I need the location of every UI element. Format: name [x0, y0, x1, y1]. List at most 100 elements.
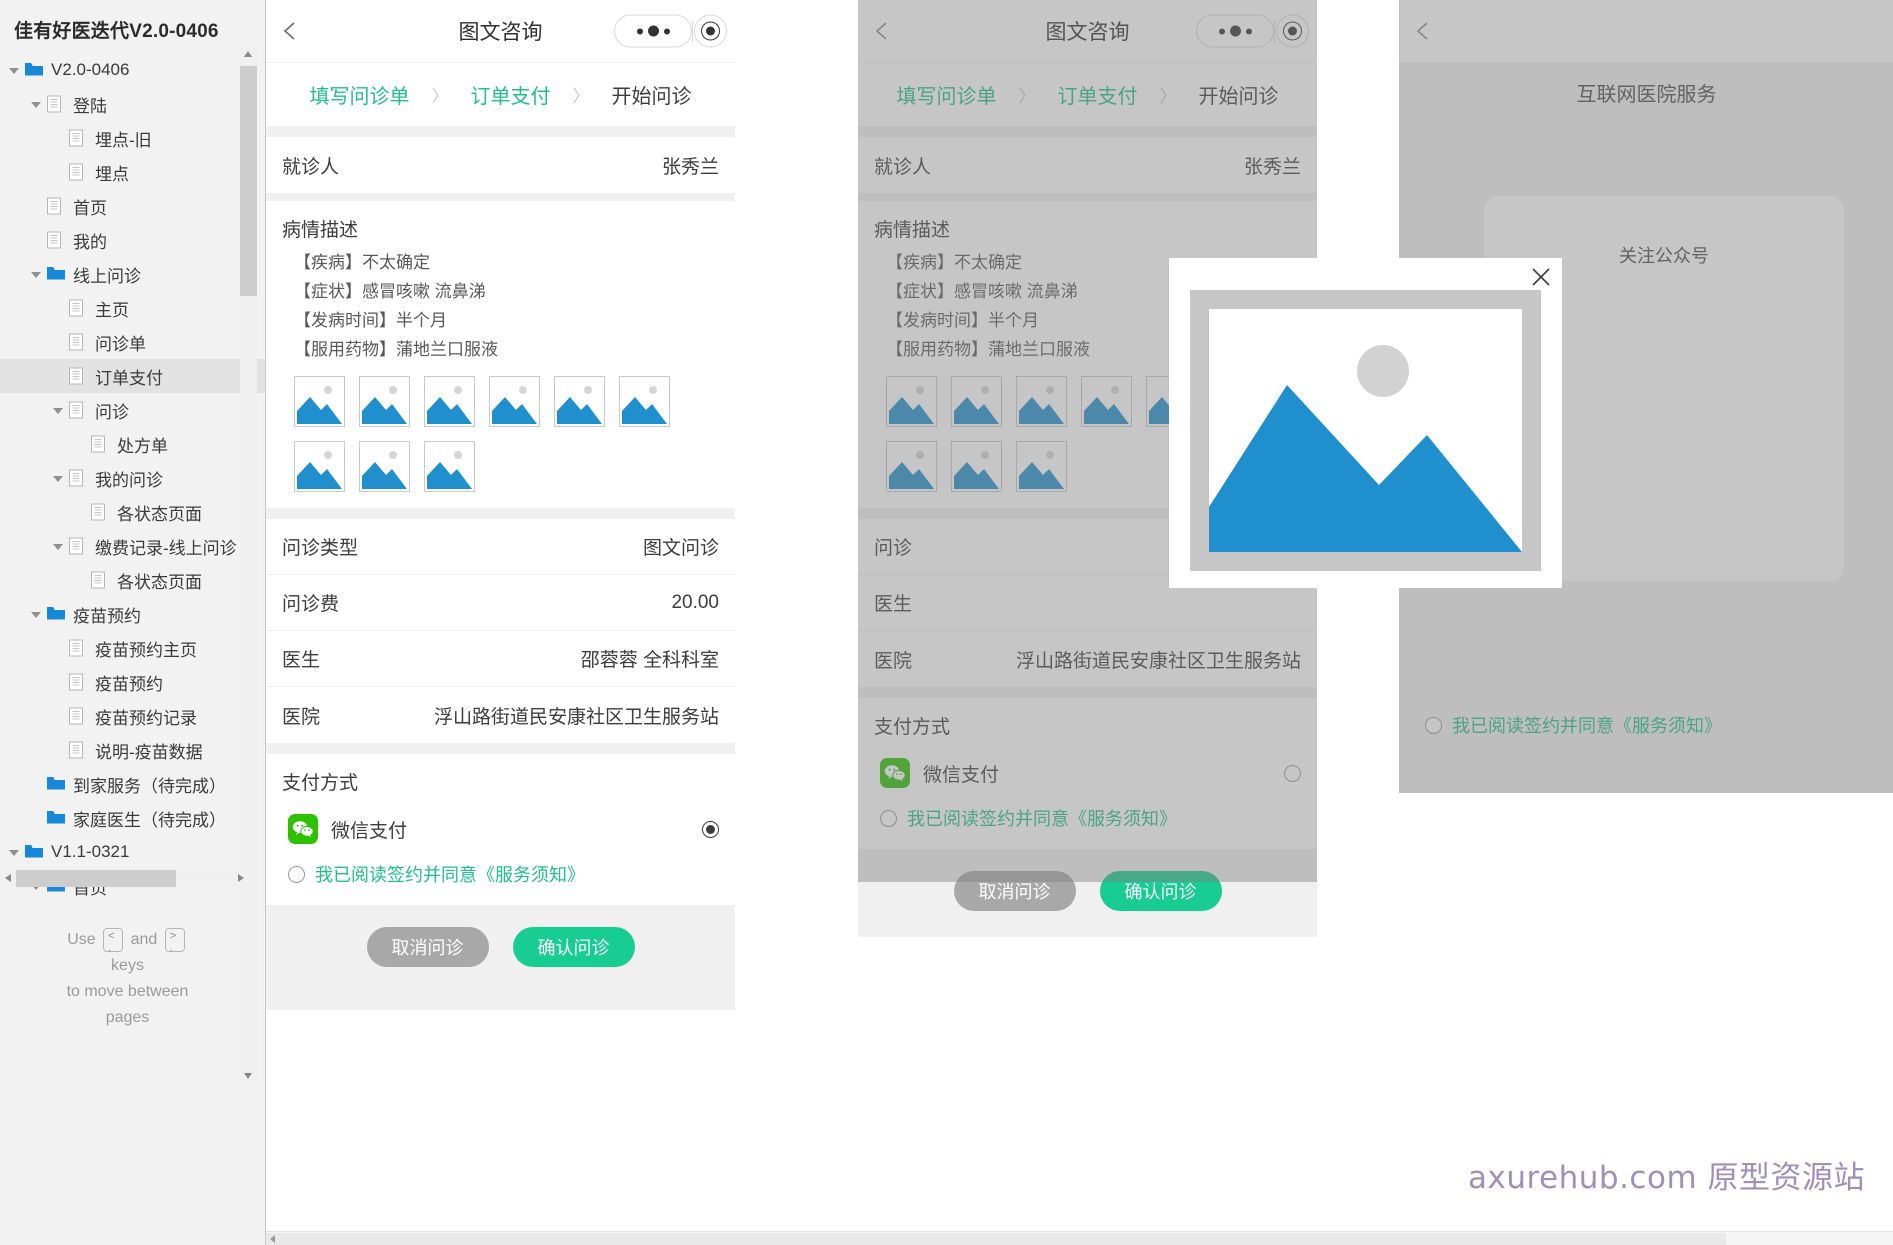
wechat-pay-method-a[interactable]: 微信支付: [288, 814, 407, 844]
tree-item-22[interactable]: 家庭医生（待完成）: [0, 801, 265, 835]
chevron-down-icon[interactable]: [6, 844, 22, 860]
condition-images-a[interactable]: [266, 370, 696, 508]
tree-item-4[interactable]: 首页: [0, 189, 265, 223]
step-1[interactable]: 填写问诊单: [897, 80, 997, 109]
tree-item-1[interactable]: 登陆: [0, 87, 265, 121]
step-2[interactable]: 订单支付: [471, 80, 551, 109]
tree-item-6[interactable]: 线上问诊: [0, 257, 265, 291]
condition-image-thumbnail[interactable]: [424, 441, 475, 492]
close-capsule-button-b[interactable]: [1276, 14, 1309, 48]
tree-item-12[interactable]: 我的问诊: [0, 461, 265, 495]
tree-item-3[interactable]: 埋点: [0, 155, 265, 189]
tree-item-14[interactable]: 缴费记录-线上问诊: [0, 529, 265, 563]
cancel-consultation-button-b[interactable]: 取消问诊: [953, 871, 1076, 911]
canvas-horizontal-scrollbar[interactable]: [266, 1231, 1893, 1245]
step-3[interactable]: 开始问诊: [1199, 80, 1279, 109]
agreement-row-a[interactable]: 我已阅读签约并同意《服务须知》: [266, 857, 735, 905]
pages-sidebar[interactable]: 佳有好医迭代V2.0-0406 V2.0-0406 登陆 埋点-旧 埋点 首页 我的 线上问…: [0, 0, 266, 1245]
condition-image-thumbnail[interactable]: [424, 376, 475, 427]
tree-item-9[interactable]: 订单支付: [0, 359, 265, 393]
wechat-pay-method-b[interactable]: 微信支付: [880, 758, 999, 788]
condition-image-thumbnail[interactable]: [294, 441, 345, 492]
cancel-consultation-button-a[interactable]: 取消问诊: [366, 927, 489, 967]
scroll-down-arrow-icon[interactable]: [240, 1068, 257, 1085]
sidebar-scroll-thumb[interactable]: [240, 66, 257, 296]
chevron-down-icon[interactable]: [50, 538, 66, 554]
condition-image-thumbnail[interactable]: [554, 376, 605, 427]
tree-item-21[interactable]: 到家服务（待完成）: [0, 767, 265, 801]
chevron-down-icon[interactable]: [50, 402, 66, 418]
wechat-pay-row-a[interactable]: 微信支付: [266, 801, 735, 857]
step-1[interactable]: 填写问诊单: [310, 80, 410, 109]
back-chevron-icon-c[interactable]: [1413, 20, 1435, 42]
patient-row-a[interactable]: 就诊人 张秀兰: [266, 137, 735, 193]
chevron-down-icon[interactable]: [28, 266, 44, 282]
condition-image-thumbnail[interactable]: [1016, 376, 1067, 427]
condition-image-thumbnail[interactable]: [886, 376, 937, 427]
condition-image-thumbnail[interactable]: [619, 376, 670, 427]
phone-screen-primary[interactable]: 图文咨询 填写问诊单〉订单支付〉开始问诊 就诊人 张秀兰 病情描述 【疾病】不太…: [266, 0, 735, 1010]
tree-item-7[interactable]: 主页: [0, 291, 265, 325]
chevron-down-icon[interactable]: [6, 62, 22, 78]
menu-capsule-button[interactable]: [614, 14, 692, 48]
condition-image-thumbnail[interactable]: [951, 441, 1002, 492]
agreement-radio-b[interactable]: [880, 809, 897, 827]
tree-item-0[interactable]: V2.0-0406: [0, 53, 265, 87]
wechat-pay-radio-b[interactable]: [1284, 764, 1301, 782]
tree-item-19[interactable]: 疫苗预约记录: [0, 699, 265, 733]
tree-item-20[interactable]: 说明-疫苗数据: [0, 733, 265, 767]
sidebar-horizontal-scrollbar[interactable]: [0, 870, 250, 887]
tree-item-2[interactable]: 埋点-旧: [0, 121, 265, 155]
condition-image-thumbnail[interactable]: [1016, 441, 1067, 492]
wechat-pay-row-b[interactable]: 微信支付: [858, 745, 1317, 801]
wechat-pay-radio-a[interactable]: [702, 820, 719, 838]
condition-image-thumbnail[interactable]: [359, 441, 410, 492]
wechat-capsule-a[interactable]: [614, 14, 727, 48]
tree-item-18[interactable]: 疫苗预约: [0, 665, 265, 699]
agreement-label-c[interactable]: 我已阅读签约并同意《服务须知》: [1452, 712, 1722, 738]
condition-image-thumbnail[interactable]: [1081, 376, 1132, 427]
condition-image-thumbnail[interactable]: [489, 376, 540, 427]
scroll-left-arrow-icon[interactable]: [0, 870, 16, 887]
tree-item-23[interactable]: V1.1-0321: [0, 835, 265, 869]
prototype-canvas[interactable]: 图文咨询 填写问诊单〉订单支付〉开始问诊 就诊人 张秀兰 病情描述 【疾病】不太…: [266, 0, 1893, 1245]
tree-item-13[interactable]: 各状态页面: [0, 495, 265, 529]
agreement-radio-c[interactable]: [1425, 716, 1442, 734]
tree-item-15[interactable]: 各状态页面: [0, 563, 265, 597]
tree-item-5[interactable]: 我的: [0, 223, 265, 257]
step-3[interactable]: 开始问诊: [612, 80, 692, 109]
tree-item-10[interactable]: 问诊: [0, 393, 265, 427]
canvas-scroll-left-icon[interactable]: [266, 1232, 279, 1245]
condition-image-thumbnail[interactable]: [359, 376, 410, 427]
tree-item-17[interactable]: 疫苗预约主页: [0, 631, 265, 665]
chevron-down-icon[interactable]: [50, 470, 66, 486]
page-tree[interactable]: V2.0-0406 登陆 埋点-旧 埋点 首页 我的 线上问诊 主页 问诊单 订单支付 问诊 处方单我…: [0, 53, 265, 903]
menu-capsule-button-b[interactable]: [1196, 14, 1274, 48]
patient-row-b[interactable]: 就诊人 张秀兰: [858, 137, 1317, 193]
agreement-row-c[interactable]: 我已阅读签约并同意《服务须知》: [1425, 712, 1722, 738]
confirm-consultation-button-a[interactable]: 确认问诊: [512, 927, 635, 967]
scroll-up-arrow-icon[interactable]: [240, 46, 257, 63]
step-2[interactable]: 订单支付: [1058, 80, 1138, 109]
image-lightbox[interactable]: [1169, 258, 1562, 588]
canvas-hscroll-thumb[interactable]: [266, 1233, 1726, 1245]
condition-image-thumbnail[interactable]: [951, 376, 1002, 427]
back-chevron-icon-b[interactable]: [872, 20, 894, 42]
chevron-down-icon[interactable]: [28, 96, 44, 112]
agreement-row-b[interactable]: 我已阅读签约并同意《服务须知》: [858, 801, 1317, 849]
tree-item-16[interactable]: 疫苗预约: [0, 597, 265, 631]
back-chevron-icon[interactable]: [280, 20, 302, 42]
agreement-label-a[interactable]: 我已阅读签约并同意《服务须知》: [315, 861, 585, 887]
tree-item-8[interactable]: 问诊单: [0, 325, 265, 359]
close-icon[interactable]: [1530, 266, 1552, 288]
tree-item-11[interactable]: 处方单: [0, 427, 265, 461]
close-capsule-button[interactable]: [694, 14, 727, 48]
scroll-right-arrow-icon[interactable]: [234, 870, 250, 887]
wechat-capsule-b[interactable]: [1196, 14, 1309, 48]
confirm-consultation-button-b[interactable]: 确认问诊: [1099, 871, 1222, 911]
agreement-label-b[interactable]: 我已阅读签约并同意《服务须知》: [907, 805, 1177, 831]
condition-image-thumbnail[interactable]: [886, 441, 937, 492]
condition-image-thumbnail[interactable]: [294, 376, 345, 427]
sidebar-hscroll-thumb[interactable]: [16, 870, 176, 887]
agreement-radio-a[interactable]: [288, 865, 305, 883]
